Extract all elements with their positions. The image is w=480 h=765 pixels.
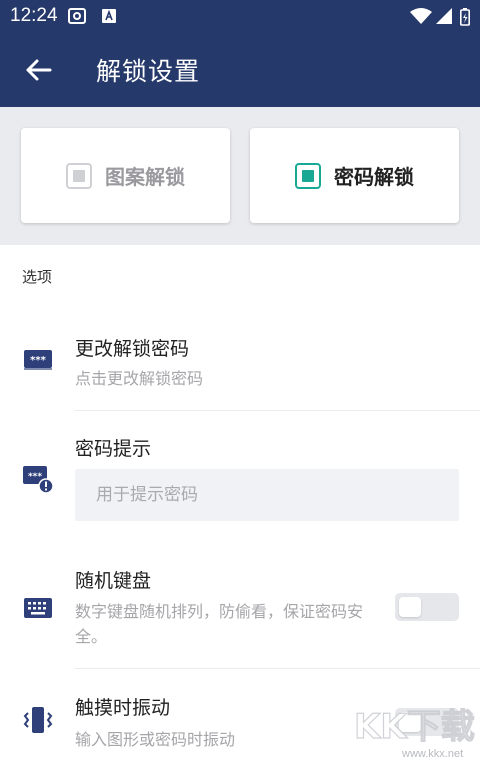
wifi-icon [410, 8, 432, 24]
change-password-subtitle: 点击更改解锁密码 [75, 369, 204, 388]
random-keyboard-toggle[interactable] [395, 593, 459, 621]
random-keyboard-title: 随机键盘 [75, 570, 152, 592]
selected-radio-icon [295, 162, 321, 189]
media-icon [68, 8, 86, 24]
svg-text:KK下载: KK下载 [354, 707, 475, 747]
vibrate-icon [22, 704, 54, 736]
change-password-title: 更改解锁密码 [75, 338, 190, 360]
password-unlock-label: 密码解锁 [334, 165, 414, 189]
keyboard-a-icon [102, 8, 118, 24]
password-card-icon: *** [22, 344, 54, 376]
password-alert-icon: *** [22, 463, 54, 495]
haptic-title: 触摸时振动 [75, 697, 171, 719]
watermark-url: www.kkx.net [402, 748, 464, 760]
status-time: 12:24 [10, 5, 58, 26]
app-bar: 解锁设置 [0, 32, 480, 107]
password-hint-title: 密码提示 [75, 438, 152, 460]
random-keyboard-subtitle: 数字键盘随机排列，防偷看，保证密码安全。 [75, 602, 364, 646]
watermark-logo: KK下载 www.kkx.net [350, 700, 476, 762]
unselected-radio-icon [66, 162, 92, 189]
back-button[interactable] [18, 52, 58, 88]
page-title: 解锁设置 [96, 57, 201, 86]
svg-text:***: *** [30, 355, 46, 366]
battery-icon [460, 8, 470, 26]
unlock-mode-panel: 图案解锁 密码解锁 [0, 107, 480, 245]
svg-text:***: *** [28, 472, 42, 482]
signal-icon [436, 8, 452, 24]
divider [75, 668, 480, 669]
section-title: 选项 [22, 268, 53, 286]
divider [75, 410, 480, 411]
keyboard-icon [22, 592, 54, 624]
haptic-subtitle: 输入图形或密码时振动 [75, 730, 236, 749]
pattern-unlock-label: 图案解锁 [105, 165, 185, 189]
password-hint-input[interactable] [75, 469, 459, 521]
password-unlock-option[interactable]: 密码解锁 [250, 128, 459, 223]
pattern-unlock-option[interactable]: 图案解锁 [21, 128, 230, 223]
status-bar: 12:24 [0, 0, 480, 32]
arrow-left-icon [26, 59, 52, 81]
toggle-knob [399, 597, 421, 617]
